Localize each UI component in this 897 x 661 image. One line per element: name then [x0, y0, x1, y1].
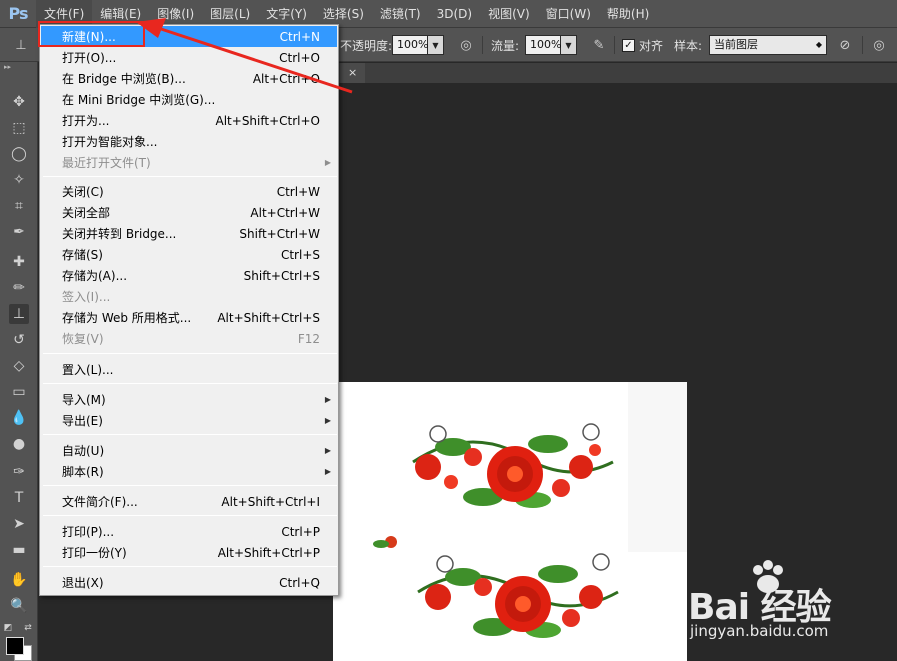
flow-input[interactable]: 100%	[525, 35, 561, 55]
menu-item-browse-mini-bridge[interactable]: 在 Mini Bridge 中浏览(G)...	[41, 89, 337, 110]
menu-help[interactable]: 帮助(H)	[599, 0, 657, 28]
menu-item-new[interactable]: 新建(N)... Ctrl+N	[41, 26, 337, 47]
panel-grip-icon[interactable]: ▸▸	[0, 62, 37, 72]
menu-item-close[interactable]: 关闭(C) Ctrl+W	[41, 181, 337, 202]
type-tool-icon[interactable]: T	[9, 488, 29, 508]
menu-3d[interactable]: 3D(D)	[429, 0, 480, 28]
menu-item-exit[interactable]: 退出(X) Ctrl+Q	[41, 572, 337, 593]
submenu-arrow-icon: ▶	[324, 467, 331, 476]
shape-tool-icon[interactable]: ▬	[9, 540, 29, 560]
pressure-size-icon[interactable]: ◎	[870, 35, 888, 55]
menu-item-close-all[interactable]: 关闭全部 Alt+Ctrl+W	[41, 202, 337, 223]
menu-item-save-as[interactable]: 存储为(A)... Shift+Ctrl+S	[41, 265, 337, 286]
history-brush-tool-icon[interactable]: ↺	[9, 330, 29, 350]
swap-colors-icon[interactable]: ⇄	[22, 618, 34, 638]
menu-view[interactable]: 视图(V)	[480, 0, 538, 28]
file-menu-dropdown: 新建(N)... Ctrl+N 打开(O)... Ctrl+O 在 Bridge…	[39, 24, 339, 596]
eraser-tool-icon[interactable]: ◇	[9, 356, 29, 376]
lasso-tool-icon[interactable]: ◯	[9, 144, 29, 164]
menu-item-revert[interactable]: 恢复(V) F12	[41, 328, 337, 349]
dodge-tool-icon[interactable]: ●	[9, 434, 29, 454]
ignore-adjustment-icon[interactable]: ⊘	[836, 35, 854, 55]
menu-item-place[interactable]: 置入(L)...	[41, 359, 337, 380]
menu-item-close-go-bridge[interactable]: 关闭并转到 Bridge... Shift+Ctrl+W	[41, 223, 337, 244]
menu-filter[interactable]: 滤镜(T)	[372, 0, 429, 28]
blur-tool-icon[interactable]: 💧	[9, 408, 29, 428]
zoom-tool-icon[interactable]: 🔍	[9, 596, 29, 616]
menu-item-open-smart-object[interactable]: 打开为智能对象...	[41, 131, 337, 152]
brush-tool-icon[interactable]: ✏	[9, 278, 29, 298]
airbrush-icon[interactable]: ✎	[590, 35, 608, 55]
watermark-url: jingyan.baidu.com	[690, 622, 829, 640]
healing-brush-tool-icon[interactable]: ✚	[9, 252, 29, 272]
opacity-input[interactable]: 100%	[392, 35, 428, 55]
pen-tool-icon[interactable]: ✑	[9, 462, 29, 482]
move-tool-icon[interactable]: ✥	[9, 92, 29, 112]
tools-panel: ▸▸ ✥ ⬚ ◯ ✧ ⌗ ✒ ✚ ✏ ⊥ ↺ ◇ ▭ 💧 ● ✑ T ➤ ▬ ✋…	[0, 62, 38, 661]
menu-item-export[interactable]: 导出(E) ▶	[41, 410, 337, 431]
opacity-dropdown-icon[interactable]: ▼	[428, 35, 444, 55]
marquee-tool-icon[interactable]: ⬚	[9, 118, 29, 138]
default-colors-icon[interactable]: ◩	[2, 618, 14, 638]
menu-item-print-one-copy[interactable]: 打印一份(Y) Alt+Shift+Ctrl+P	[41, 542, 337, 563]
quick-select-tool-icon[interactable]: ✧	[9, 170, 29, 190]
eyedropper-tool-icon[interactable]: ✒	[9, 222, 29, 242]
clone-stamp-tool-icon[interactable]: ⊥	[9, 304, 29, 324]
menu-item-file-info[interactable]: 文件简介(F)... Alt+Shift+Ctrl+I	[41, 491, 337, 512]
align-checkbox[interactable]: ✓	[622, 38, 635, 52]
menu-item-scripts[interactable]: 脚本(R) ▶	[41, 461, 337, 482]
opacity-label: 不透明度:	[340, 38, 393, 53]
submenu-arrow-icon: ▶	[324, 158, 331, 167]
submenu-arrow-icon: ▶	[324, 446, 331, 455]
submenu-arrow-icon: ▶	[324, 416, 331, 425]
sample-select-value: 当前图层	[714, 38, 758, 51]
document-canvas[interactable]	[333, 382, 687, 661]
sample-select[interactable]: 当前图层 ◆	[709, 35, 827, 55]
menu-item-browse-bridge[interactable]: 在 Bridge 中浏览(B)... Alt+Ctrl+O	[41, 68, 337, 89]
pressure-opacity-icon[interactable]: ◎	[457, 35, 475, 55]
document-tab[interactable]: ×	[340, 63, 366, 83]
menu-item-automate[interactable]: 自动(U) ▶	[41, 440, 337, 461]
menu-item-import[interactable]: 导入(M) ▶	[41, 389, 337, 410]
stamp-tool-preset-icon[interactable]: ⊥	[12, 35, 30, 55]
menu-item-recent-files[interactable]: 最近打开文件(T) ▶	[41, 152, 337, 173]
align-label: 对齐	[639, 38, 664, 53]
flow-label: 流量:	[491, 38, 520, 53]
menu-item-save[interactable]: 存储(S) Ctrl+S	[41, 244, 337, 265]
menu-item-check-in[interactable]: 签入(I)...	[41, 286, 337, 307]
menu-item-print[interactable]: 打印(P)... Ctrl+P	[41, 521, 337, 542]
menu-item-open[interactable]: 打开(O)... Ctrl+O	[41, 47, 337, 68]
submenu-arrow-icon: ▶	[324, 395, 331, 404]
flower-garland-image	[333, 382, 687, 661]
menu-item-save-for-web[interactable]: 存储为 Web 所用格式... Alt+Shift+Ctrl+S	[41, 307, 337, 328]
gradient-tool-icon[interactable]: ▭	[9, 382, 29, 402]
path-select-tool-icon[interactable]: ➤	[9, 514, 29, 534]
menu-item-open-as[interactable]: 打开为... Alt+Shift+Ctrl+O	[41, 110, 337, 131]
baidu-jingyan-watermark: Bai 经验 jingyan.baidu.com	[688, 560, 888, 640]
foreground-color-swatch[interactable]	[6, 637, 24, 655]
hand-tool-icon[interactable]: ✋	[9, 570, 29, 590]
flow-dropdown-icon[interactable]: ▼	[561, 35, 577, 55]
sample-label: 样本:	[674, 38, 703, 53]
crop-tool-icon[interactable]: ⌗	[9, 196, 29, 216]
menu-window[interactable]: 窗口(W)	[538, 0, 599, 28]
select-arrows-icon: ◆	[815, 40, 822, 49]
tab-close-icon[interactable]: ×	[348, 66, 357, 79]
photoshop-logo: Ps	[8, 4, 29, 23]
